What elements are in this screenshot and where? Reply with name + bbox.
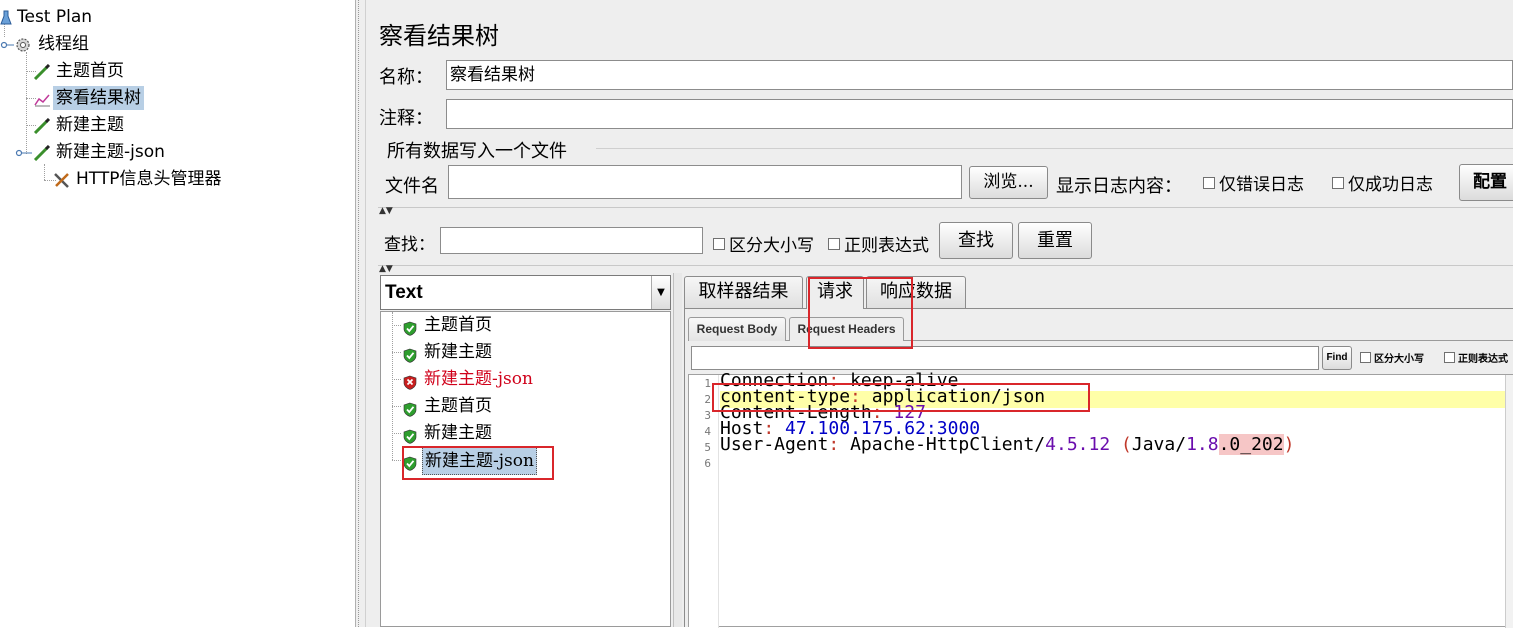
tree-connector bbox=[392, 352, 401, 353]
tree-item-label: HTTP信息头管理器 bbox=[76, 169, 222, 189]
checkbox-box bbox=[828, 237, 840, 250]
line-number: 4 bbox=[704, 425, 711, 438]
annotation-highlight-selected-result bbox=[402, 446, 554, 480]
tree-item-label: 新建主题 bbox=[56, 115, 124, 135]
gear-icon bbox=[0, 36, 36, 52]
editor-regex-checkbox[interactable]: 正则表达式 bbox=[1444, 350, 1508, 365]
tree-item-label: 察看结果树 bbox=[53, 86, 144, 110]
results-splitter[interactable] bbox=[673, 273, 682, 627]
tree-item-label: 主题首页 bbox=[56, 61, 124, 81]
checkbox-label: 区分大小写 bbox=[729, 236, 814, 256]
regex-checkbox[interactable]: 正则表达式 bbox=[828, 231, 929, 256]
pipette-icon bbox=[33, 117, 51, 135]
success-shield-icon bbox=[403, 399, 417, 417]
tree-connector bbox=[392, 325, 401, 326]
result-item-label: 新建主题-json bbox=[424, 369, 533, 389]
checkbox-label: 正则表达式 bbox=[844, 236, 929, 256]
split-pane-divider[interactable] bbox=[355, 0, 366, 627]
search-input[interactable] bbox=[440, 227, 703, 254]
editor-search-input[interactable] bbox=[691, 346, 1319, 370]
chevron-down-icon[interactable]: ▼ bbox=[651, 276, 670, 309]
success-shield-icon bbox=[403, 426, 417, 444]
tab-sampler-result[interactable]: 取样器结果 bbox=[684, 276, 803, 308]
tree-item-label: 新建主题-json bbox=[56, 142, 165, 162]
case-sensitive-checkbox[interactable]: 区分大小写 bbox=[713, 231, 814, 256]
checkbox-label: 区分大小写 bbox=[1374, 354, 1424, 365]
filename-label: 文件名 bbox=[385, 176, 439, 197]
find-button[interactable]: 查找 bbox=[939, 222, 1013, 259]
line-number: 1 bbox=[704, 377, 711, 390]
collapse-divider[interactable]: ▲▼ bbox=[378, 265, 1513, 274]
reset-button[interactable]: 重置 bbox=[1018, 222, 1092, 259]
renderer-select-value: Text bbox=[385, 282, 423, 303]
success-shield-icon bbox=[403, 345, 417, 363]
search-label: 查找： bbox=[384, 235, 435, 255]
checkbox-label: 仅错误日志 bbox=[1219, 175, 1304, 195]
checkbox-box bbox=[1360, 352, 1371, 363]
log-content-label: 显示日志内容： bbox=[1056, 176, 1182, 197]
configure-button[interactable]: 配置 bbox=[1459, 164, 1513, 201]
test-plan-tree: Test Plan 线程组 主题首页 察看结果树 新建主题 新建主题-json … bbox=[0, 0, 355, 627]
tree-connector bbox=[392, 379, 401, 380]
tools-icon bbox=[53, 171, 71, 188]
error-shield-icon bbox=[403, 372, 417, 390]
line-number: 3 bbox=[704, 409, 711, 422]
checkbox-label: 仅成功日志 bbox=[1348, 175, 1433, 195]
name-label: 名称： bbox=[379, 67, 433, 88]
checkbox-box bbox=[1203, 176, 1215, 189]
collapse-divider[interactable]: ▲▼ bbox=[378, 207, 1513, 216]
line-number-gutter: 1 2 3 4 5 6 bbox=[689, 375, 719, 628]
line-number: 2 bbox=[704, 393, 711, 406]
checkbox-box bbox=[1444, 352, 1455, 363]
pipette-icon bbox=[33, 63, 51, 81]
result-item-label: 主题首页 bbox=[424, 315, 492, 335]
renderer-select[interactable]: Text ▼ bbox=[380, 275, 671, 310]
editor-case-sensitive-checkbox[interactable]: 区分大小写 bbox=[1360, 350, 1424, 365]
comment-field[interactable] bbox=[446, 99, 1513, 129]
tree-connector bbox=[392, 406, 401, 407]
name-field[interactable]: 察看结果树 bbox=[446, 60, 1513, 90]
chart-icon bbox=[33, 90, 51, 107]
checkbox-label: 正则表达式 bbox=[1458, 354, 1508, 365]
result-item-label: 新建主题 bbox=[424, 342, 492, 362]
success-shield-icon bbox=[403, 318, 417, 336]
annotation-highlight-content-type bbox=[712, 383, 1090, 412]
subtab-request-body[interactable]: Request Body bbox=[688, 317, 786, 341]
header-line: User-Agent: Apache-HttpClient/4.5.12 (Ja… bbox=[720, 434, 1295, 455]
file-section-title: 所有数据写入一个文件 bbox=[387, 141, 567, 162]
fieldset-border bbox=[596, 148, 1513, 149]
line-number: 6 bbox=[704, 457, 711, 470]
comment-label: 注释： bbox=[379, 108, 433, 129]
page-title: 察看结果树 bbox=[379, 22, 499, 50]
annotation-highlight-request-tab bbox=[808, 277, 913, 349]
tree-connector bbox=[392, 433, 401, 434]
checkbox-box bbox=[713, 237, 725, 250]
pipette-icon bbox=[14, 144, 54, 162]
splitter-grip bbox=[358, 0, 361, 627]
filename-field[interactable] bbox=[448, 165, 962, 199]
result-item-label: 新建主题 bbox=[424, 423, 492, 443]
success-only-checkbox[interactable]: 仅成功日志 bbox=[1332, 170, 1433, 195]
result-item-label: 主题首页 bbox=[424, 396, 492, 416]
browse-button[interactable]: 浏览... bbox=[969, 166, 1048, 199]
checkbox-box bbox=[1332, 176, 1344, 189]
errors-only-checkbox[interactable]: 仅错误日志 bbox=[1203, 170, 1304, 195]
tree-item-label: 线程组 bbox=[38, 34, 89, 54]
tree-item-label: Test Plan bbox=[17, 7, 93, 27]
line-number: 5 bbox=[704, 441, 711, 454]
tree-connector bbox=[392, 460, 401, 461]
editor-find-button[interactable]: Find bbox=[1322, 346, 1352, 370]
editor-scrollbar[interactable] bbox=[1505, 375, 1513, 628]
